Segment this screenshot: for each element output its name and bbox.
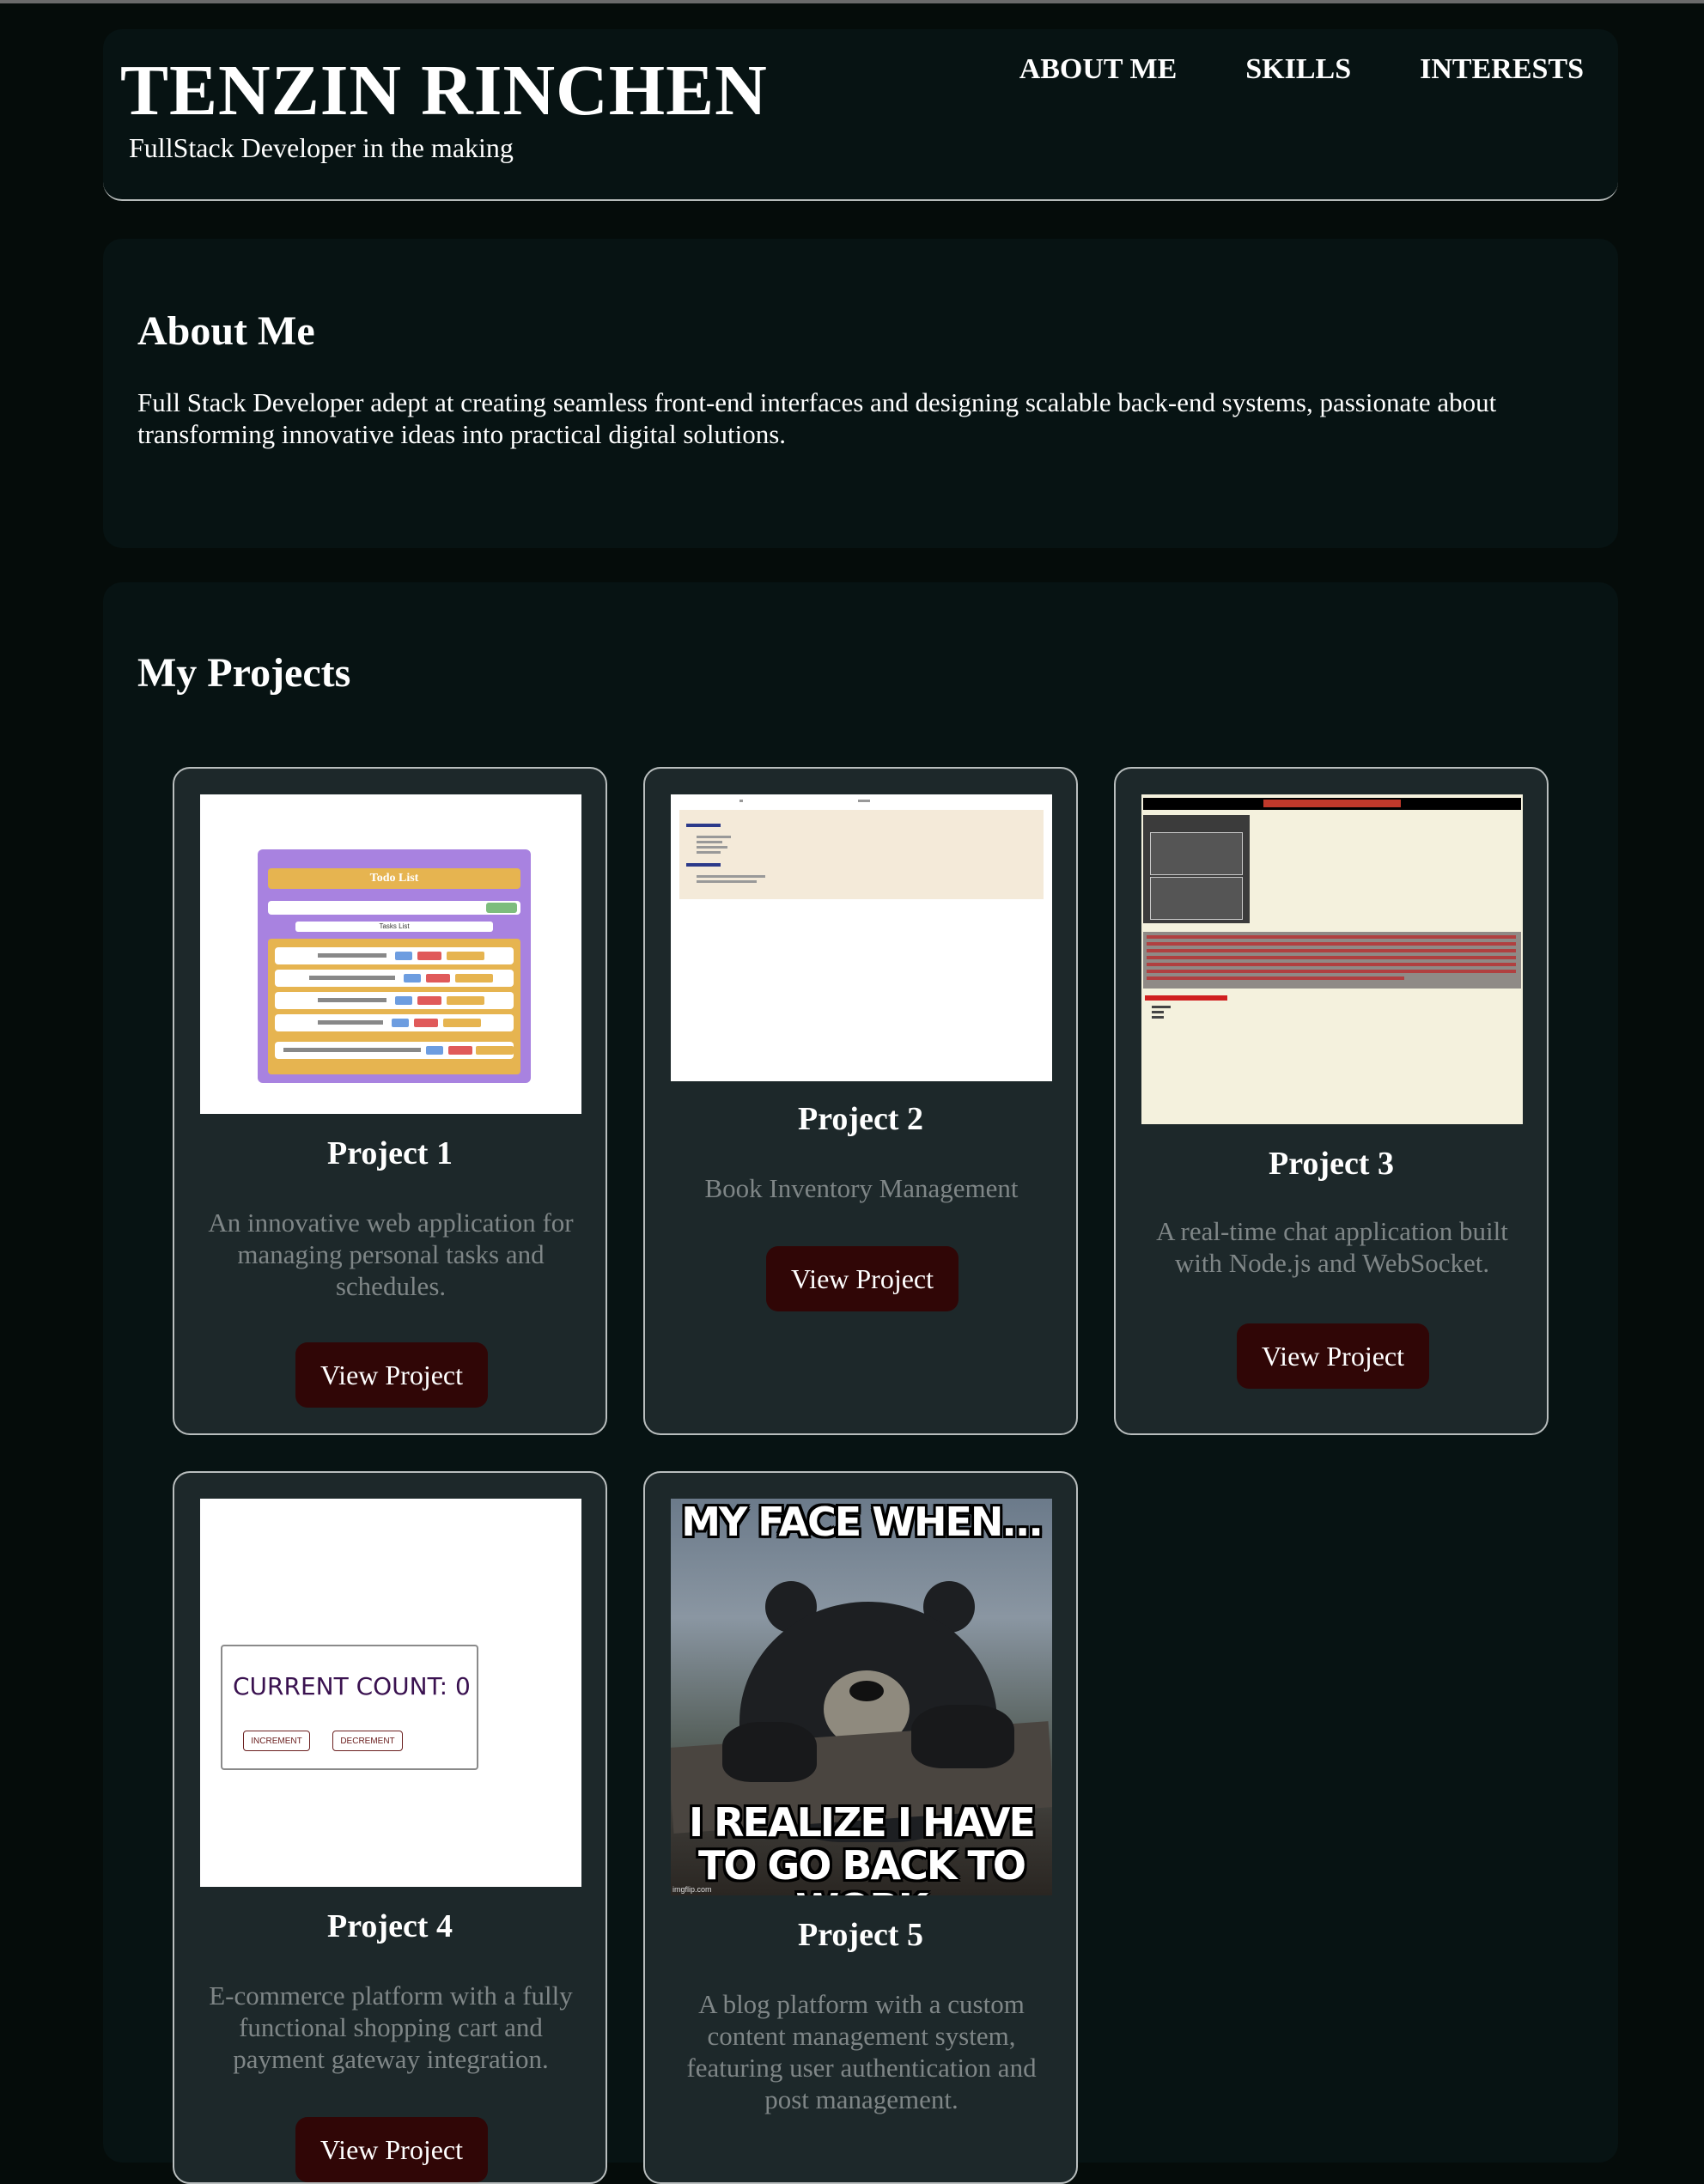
programmer-comic-preview (1143, 815, 1250, 923)
view-project-4-button[interactable]: View Project (295, 2117, 488, 2182)
project-5-title: Project 5 (798, 1917, 923, 1953)
nav-skills[interactable]: SKILLS (1245, 53, 1351, 86)
decrement-preview-button: DECREMENT (332, 1731, 403, 1751)
project-5-description: A blog platform with a custom content ma… (686, 1989, 1037, 2114)
project-2-title: Project 2 (798, 1101, 923, 1137)
preview-line (739, 800, 743, 802)
projects-section: My Projects Todo List Tasks List Project… (103, 582, 1618, 2184)
todo-item-preview (275, 1042, 514, 1059)
view-project-3-button[interactable]: View Project (1237, 1323, 1429, 1389)
preview-title-bar (1143, 798, 1521, 810)
preview-line (697, 846, 727, 849)
project-card-5: MY FACE WHEN... I REALIZE I HAVE TO GO B… (643, 1471, 1078, 2184)
preview-line (697, 851, 721, 854)
meme-bottom-text: I REALIZE I HAVE TO GO BACK TO WORK (689, 1799, 1036, 1895)
todo-item-preview (275, 1014, 514, 1031)
preview-heading (686, 824, 721, 827)
project-4-screenshot: CURRENT COUNT: 0 INCREMENT DECREMENT (200, 1499, 581, 1887)
nav-interests[interactable]: INTERESTS (1420, 53, 1584, 86)
meme-watermark: imgflip.com (672, 1885, 712, 1894)
meme-top-text: MY FACE WHEN... (681, 1499, 1044, 1545)
project-3-screenshot (1141, 794, 1523, 1124)
preview-line (697, 836, 731, 838)
projects-title: My Projects (137, 650, 351, 696)
preview-text-block (1143, 932, 1521, 989)
preview-list-heading (1145, 995, 1227, 1001)
project-card-3: Project 3 A real-time chat application b… (1114, 767, 1549, 1435)
preview-line (1152, 1006, 1171, 1008)
project-2-screenshot (671, 794, 1052, 1081)
project-1-title: Project 1 (327, 1135, 453, 1171)
main-nav: ABOUT ME SKILLS INTERESTS (951, 53, 1584, 86)
preview-line (697, 880, 757, 883)
increment-preview-button: INCREMENT (243, 1731, 310, 1751)
about-text: Full Stack Developer adept at creating s… (137, 387, 1497, 449)
counter-value: CURRENT COUNT: 0 (233, 1672, 471, 1700)
nav-about-me[interactable]: ABOUT ME (1019, 53, 1178, 86)
todo-input-preview (268, 901, 520, 915)
project-5-screenshot: MY FACE WHEN... I REALIZE I HAVE TO GO B… (671, 1499, 1052, 1895)
view-project-1-button[interactable]: View Project (295, 1342, 488, 1408)
project-3-title: Project 3 (1269, 1146, 1394, 1182)
preview-heading (686, 863, 721, 867)
todo-list-heading: Tasks List (295, 922, 493, 932)
site-name: TENZIN RINCHEN (120, 51, 768, 131)
todo-item-preview (275, 970, 514, 987)
project-4-title: Project 4 (327, 1908, 453, 1944)
todo-item-preview (275, 992, 514, 1009)
todo-items-preview (268, 939, 520, 1074)
project-1-description: An innovative web application for managi… (208, 1208, 574, 1301)
book-list-preview (679, 810, 1044, 899)
todo-add-preview (486, 903, 517, 913)
preview-line (697, 841, 722, 843)
site-header: TENZIN RINCHEN FullStack Developer in th… (103, 29, 1618, 201)
project-3-description: A real-time chat application built with … (1156, 1216, 1508, 1278)
preview-line (858, 800, 870, 802)
project-card-1: Todo List Tasks List Project 1 An innova… (173, 767, 607, 1435)
view-project-2-button[interactable]: View Project (766, 1246, 958, 1311)
todo-heading: Todo List (268, 868, 520, 889)
about-section: About Me Full Stack Developer adept at c… (103, 239, 1618, 548)
project-2-description: Book Inventory Management (704, 1173, 1019, 1203)
todo-item-preview (275, 947, 514, 964)
preview-line (1152, 1011, 1164, 1013)
project-card-2: Project 2 Book Inventory Management View… (643, 767, 1078, 1435)
project-1-screenshot: Todo List Tasks List (200, 794, 581, 1114)
bear-paw (722, 1722, 817, 1782)
todo-app-preview: Todo List Tasks List (258, 849, 531, 1083)
project-card-4: CURRENT COUNT: 0 INCREMENT DECREMENT Pro… (173, 1471, 607, 2184)
bear-nose (849, 1681, 884, 1701)
window-top-border (0, 0, 1704, 3)
site-tagline: FullStack Developer in the making (129, 132, 514, 163)
counter-app-preview: CURRENT COUNT: 0 INCREMENT DECREMENT (221, 1645, 478, 1770)
bear-paw (911, 1705, 1014, 1768)
preview-line (1152, 1016, 1164, 1019)
preview-line (697, 875, 765, 878)
about-title: About Me (137, 308, 315, 354)
project-4-description: E-commerce platform with a fully functio… (209, 1980, 573, 2074)
